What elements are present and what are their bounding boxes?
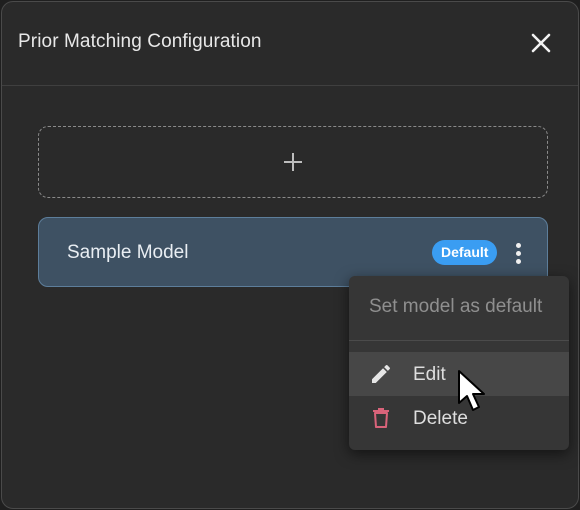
delete-menu-item[interactable]: Delete [349, 396, 569, 440]
close-button[interactable] [528, 30, 554, 56]
dialog-header: Prior Matching Configuration [2, 2, 578, 86]
delete-label: Delete [413, 408, 468, 429]
set-default-menu-item: Set model as default [369, 296, 543, 317]
prior-matching-dialog: Prior Matching Configuration Sample Mode… [1, 1, 579, 509]
trash-icon [373, 408, 389, 428]
model-name: Sample Model [67, 242, 189, 263]
model-context-menu: Set model as default Edit Delete [349, 276, 569, 450]
pencil-icon [372, 364, 391, 383]
menu-divider [349, 340, 569, 341]
close-icon [531, 33, 551, 53]
add-model-button[interactable] [38, 126, 548, 198]
edit-menu-item[interactable]: Edit [349, 352, 569, 396]
dialog-title: Prior Matching Configuration [18, 31, 262, 52]
default-badge: Default [432, 240, 498, 265]
plus-icon [284, 153, 302, 171]
more-options-button[interactable] [509, 238, 527, 268]
edit-label: Edit [413, 364, 446, 385]
